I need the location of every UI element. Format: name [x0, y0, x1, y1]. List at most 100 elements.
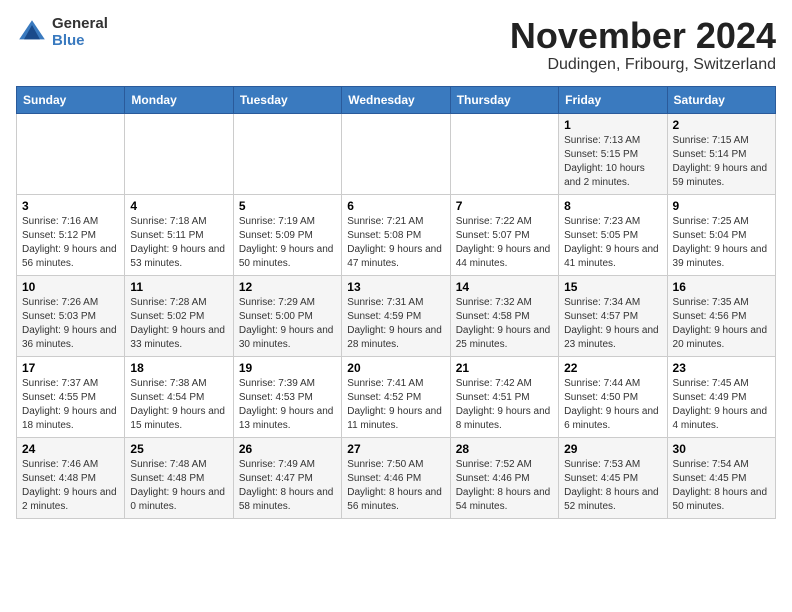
logo-blue-text: Blue: [52, 33, 108, 50]
calendar-cell: 16Sunrise: 7:35 AM Sunset: 4:56 PM Dayli…: [667, 275, 775, 356]
calendar-cell: [125, 113, 233, 194]
day-info: Sunrise: 7:34 AM Sunset: 4:57 PM Dayligh…: [564, 296, 661, 352]
weekday-header-thursday: Thursday: [450, 86, 558, 113]
calendar-cell: 11Sunrise: 7:28 AM Sunset: 5:02 PM Dayli…: [125, 275, 233, 356]
calendar-cell: 6 Sunrise: 7:21 AM Sunset: 5:08 PM Daylig…: [342, 194, 450, 275]
day-number: 14: [456, 280, 553, 294]
day-info: Sunrise: 7:44 AM Sunset: 4:50 PM Dayligh…: [564, 377, 661, 433]
day-number: 18: [130, 361, 227, 375]
day-number: 9: [673, 199, 770, 213]
calendar-week-5: 24 Sunrise: 7:46 AM Sunset: 4:48 PM Dayli…: [17, 437, 776, 518]
day-number: 13: [347, 280, 444, 294]
calendar-cell: [450, 113, 558, 194]
day-number: 1: [564, 118, 661, 132]
day-info: Sunrise: 7:18 AM Sunset: 5:11 PM Dayligh…: [130, 215, 227, 271]
day-info: Sunrise: 7:50 AM Sunset: 4:46 PM Dayligh…: [347, 458, 444, 514]
calendar-table: SundayMondayTuesdayWednesdayThursdayFrid…: [16, 86, 776, 519]
calendar-cell: 8 Sunrise: 7:23 AM Sunset: 5:05 PM Daylig…: [559, 194, 667, 275]
day-number: 22: [564, 361, 661, 375]
day-info: Sunrise: 7:32 AM Sunset: 4:58 PM Dayligh…: [456, 296, 553, 352]
calendar-cell: 10 Sunrise: 7:26 AM Sunset: 5:03 PM Dayli…: [17, 275, 125, 356]
day-info: Sunrise: 7:26 AM Sunset: 5:03 PM Dayligh…: [22, 296, 119, 352]
day-info: Sunrise: 7:48 AM Sunset: 4:48 PM Dayligh…: [130, 458, 227, 514]
calendar-cell: 30 Sunrise: 7:54 AM Sunset: 4:45 PM Dayli…: [667, 437, 775, 518]
page-header: General Blue November 2024 Dudingen, Fri…: [16, 16, 776, 74]
day-number: 25: [130, 442, 227, 456]
weekday-header-saturday: Saturday: [667, 86, 775, 113]
calendar-cell: 14 Sunrise: 7:32 AM Sunset: 4:58 PM Dayli…: [450, 275, 558, 356]
calendar-cell: 27 Sunrise: 7:50 AM Sunset: 4:46 PM Dayli…: [342, 437, 450, 518]
day-number: 5: [239, 199, 336, 213]
calendar-cell: 25 Sunrise: 7:48 AM Sunset: 4:48 PM Dayli…: [125, 437, 233, 518]
day-info: Sunrise: 7:46 AM Sunset: 4:48 PM Dayligh…: [22, 458, 119, 514]
calendar-cell: 20Sunrise: 7:41 AM Sunset: 4:52 PM Dayli…: [342, 356, 450, 437]
calendar-week-3: 10 Sunrise: 7:26 AM Sunset: 5:03 PM Dayli…: [17, 275, 776, 356]
day-number: 17: [22, 361, 119, 375]
logo-general-text: General: [52, 16, 108, 33]
calendar-cell: 3Sunrise: 7:16 AM Sunset: 5:12 PM Daylig…: [17, 194, 125, 275]
calendar-cell: 12 Sunrise: 7:29 AM Sunset: 5:00 PM Dayli…: [233, 275, 341, 356]
day-number: 16: [673, 280, 770, 294]
day-info: Sunrise: 7:42 AM Sunset: 4:51 PM Dayligh…: [456, 377, 553, 433]
weekday-header-sunday: Sunday: [17, 86, 125, 113]
logo-icon: [16, 17, 48, 49]
calendar-cell: 22 Sunrise: 7:44 AM Sunset: 4:50 PM Dayli…: [559, 356, 667, 437]
calendar-cell: 5 Sunrise: 7:19 AM Sunset: 5:09 PM Daylig…: [233, 194, 341, 275]
calendar-week-2: 3Sunrise: 7:16 AM Sunset: 5:12 PM Daylig…: [17, 194, 776, 275]
weekday-header-wednesday: Wednesday: [342, 86, 450, 113]
day-number: 30: [673, 442, 770, 456]
day-info: Sunrise: 7:45 AM Sunset: 4:49 PM Dayligh…: [673, 377, 770, 433]
calendar-header-row: SundayMondayTuesdayWednesdayThursdayFrid…: [17, 86, 776, 113]
day-number: 23: [673, 361, 770, 375]
calendar-cell: 29Sunrise: 7:53 AM Sunset: 4:45 PM Dayli…: [559, 437, 667, 518]
day-number: 10: [22, 280, 119, 294]
day-number: 8: [564, 199, 661, 213]
calendar-body: 1 Sunrise: 7:13 AM Sunset: 5:15 PM Daylig…: [17, 113, 776, 518]
calendar-cell: 2 Sunrise: 7:15 AM Sunset: 5:14 PM Daylig…: [667, 113, 775, 194]
day-info: Sunrise: 7:49 AM Sunset: 4:47 PM Dayligh…: [239, 458, 336, 514]
calendar-cell: 23 Sunrise: 7:45 AM Sunset: 4:49 PM Dayli…: [667, 356, 775, 437]
day-info: Sunrise: 7:19 AM Sunset: 5:09 PM Dayligh…: [239, 215, 336, 271]
day-info: Sunrise: 7:15 AM Sunset: 5:14 PM Dayligh…: [673, 134, 770, 190]
day-number: 12: [239, 280, 336, 294]
day-info: Sunrise: 7:13 AM Sunset: 5:15 PM Dayligh…: [564, 134, 661, 190]
calendar-cell: 13Sunrise: 7:31 AM Sunset: 4:59 PM Dayli…: [342, 275, 450, 356]
title-section: November 2024 Dudingen, Fribourg, Switze…: [510, 16, 776, 74]
day-number: 3: [22, 199, 119, 213]
day-info: Sunrise: 7:38 AM Sunset: 4:54 PM Dayligh…: [130, 377, 227, 433]
day-number: 6: [347, 199, 444, 213]
calendar-cell: 17 Sunrise: 7:37 AM Sunset: 4:55 PM Dayli…: [17, 356, 125, 437]
logo: General Blue: [16, 16, 108, 49]
day-number: 21: [456, 361, 553, 375]
day-info: Sunrise: 7:22 AM Sunset: 5:07 PM Dayligh…: [456, 215, 553, 271]
day-number: 2: [673, 118, 770, 132]
day-info: Sunrise: 7:28 AM Sunset: 5:02 PM Dayligh…: [130, 296, 227, 352]
calendar-cell: 1 Sunrise: 7:13 AM Sunset: 5:15 PM Daylig…: [559, 113, 667, 194]
day-number: 4: [130, 199, 227, 213]
weekday-header-friday: Friday: [559, 86, 667, 113]
location-title: Dudingen, Fribourg, Switzerland: [510, 56, 776, 74]
calendar-cell: 19Sunrise: 7:39 AM Sunset: 4:53 PM Dayli…: [233, 356, 341, 437]
day-info: Sunrise: 7:25 AM Sunset: 5:04 PM Dayligh…: [673, 215, 770, 271]
calendar-cell: 4 Sunrise: 7:18 AM Sunset: 5:11 PM Daylig…: [125, 194, 233, 275]
calendar-cell: 28 Sunrise: 7:52 AM Sunset: 4:46 PM Dayli…: [450, 437, 558, 518]
day-info: Sunrise: 7:53 AM Sunset: 4:45 PM Dayligh…: [564, 458, 661, 514]
day-info: Sunrise: 7:52 AM Sunset: 4:46 PM Dayligh…: [456, 458, 553, 514]
calendar-cell: [17, 113, 125, 194]
calendar-cell: 21 Sunrise: 7:42 AM Sunset: 4:51 PM Dayli…: [450, 356, 558, 437]
calendar-cell: 15 Sunrise: 7:34 AM Sunset: 4:57 PM Dayli…: [559, 275, 667, 356]
day-number: 15: [564, 280, 661, 294]
day-info: Sunrise: 7:37 AM Sunset: 4:55 PM Dayligh…: [22, 377, 119, 433]
day-info: Sunrise: 7:29 AM Sunset: 5:00 PM Dayligh…: [239, 296, 336, 352]
calendar-week-4: 17 Sunrise: 7:37 AM Sunset: 4:55 PM Dayli…: [17, 356, 776, 437]
calendar-cell: [233, 113, 341, 194]
day-info: Sunrise: 7:41 AM Sunset: 4:52 PM Dayligh…: [347, 377, 444, 433]
day-number: 28: [456, 442, 553, 456]
calendar-cell: 26Sunrise: 7:49 AM Sunset: 4:47 PM Dayli…: [233, 437, 341, 518]
day-info: Sunrise: 7:21 AM Sunset: 5:08 PM Dayligh…: [347, 215, 444, 271]
day-info: Sunrise: 7:23 AM Sunset: 5:05 PM Dayligh…: [564, 215, 661, 271]
calendar-week-1: 1 Sunrise: 7:13 AM Sunset: 5:15 PM Daylig…: [17, 113, 776, 194]
day-number: 24: [22, 442, 119, 456]
day-info: Sunrise: 7:54 AM Sunset: 4:45 PM Dayligh…: [673, 458, 770, 514]
day-number: 27: [347, 442, 444, 456]
